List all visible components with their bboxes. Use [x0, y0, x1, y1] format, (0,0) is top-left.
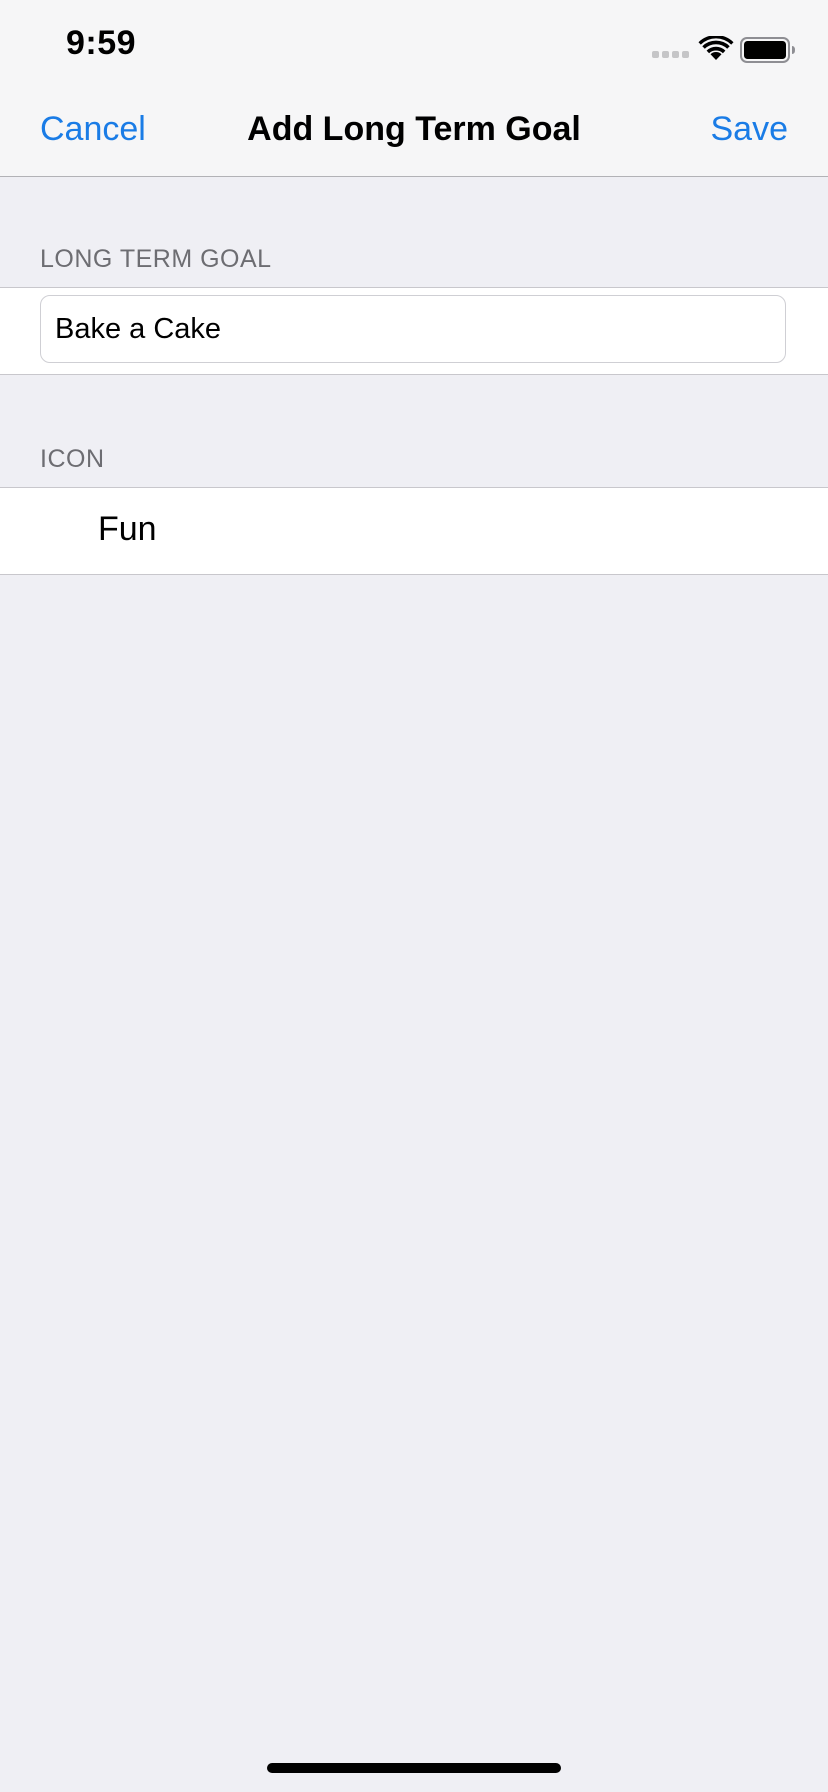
battery-icon — [740, 37, 795, 63]
wifi-icon — [698, 36, 734, 60]
icon-picker-value: Fun — [98, 510, 157, 548]
goal-name-input[interactable]: Bake a Cake — [40, 295, 786, 363]
status-time: 9:59 — [66, 24, 137, 62]
page-title: Add Long Term Goal — [247, 110, 581, 148]
save-button[interactable]: Save — [711, 110, 789, 149]
icon-picker-row[interactable]: Fun — [0, 487, 828, 575]
icon-section-header: ICON — [40, 445, 105, 473]
cellular-signal-icon — [652, 51, 689, 58]
navigation-bar: Cancel Add Long Term Goal Save — [0, 88, 828, 177]
status-bar: 9:59 — [0, 0, 828, 88]
home-indicator — [267, 1763, 561, 1773]
goal-section: Bake a Cake — [0, 287, 828, 375]
goal-section-header: LONG TERM GOAL — [40, 245, 272, 273]
